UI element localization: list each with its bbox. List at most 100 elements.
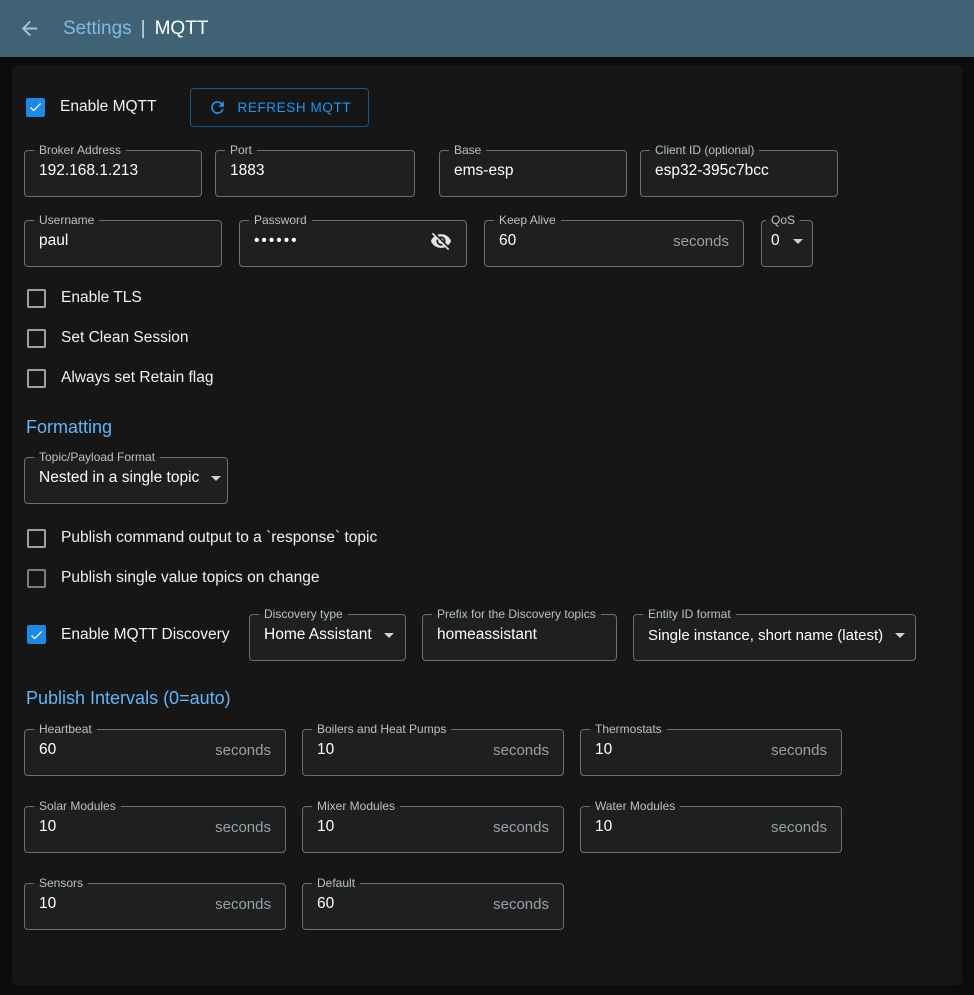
field-label: Discovery type — [259, 608, 348, 620]
field-value[interactable]: 10 — [595, 741, 612, 759]
field-suffix: seconds — [215, 742, 271, 759]
field-value[interactable]: 10 — [317, 741, 334, 759]
visibility-off-icon[interactable] — [430, 230, 452, 252]
base-field[interactable]: Base ems-esp — [439, 144, 627, 197]
credentials-fields-row: Username paul Password •••••• Keep Alive… — [24, 214, 950, 267]
topic-payload-format-select[interactable]: Topic/Payload Format Nested in a single … — [24, 451, 228, 504]
checkbox-checked-icon — [26, 98, 45, 117]
username-field[interactable]: Username paul — [24, 214, 222, 267]
field-value[interactable]: ems-esp — [454, 162, 513, 180]
interval-thermostats-field[interactable]: Thermostats 10 seconds — [580, 723, 842, 776]
dropdown-arrow-icon — [793, 239, 803, 244]
field-label: Entity ID format — [643, 608, 736, 620]
field-value[interactable]: paul — [39, 232, 68, 250]
field-label: Prefix for the Discovery topics — [432, 608, 601, 620]
field-label: Boilers and Heat Pumps — [312, 723, 451, 735]
field-value[interactable]: 10 — [595, 818, 612, 836]
field-suffix: seconds — [493, 896, 549, 913]
field-label: Password — [249, 214, 312, 226]
entity-id-format-select[interactable]: Entity ID format Single instance, short … — [633, 608, 916, 661]
header-divider: | — [141, 18, 146, 40]
field-value[interactable]: 10 — [39, 895, 56, 913]
field-value[interactable]: esp32-395c7bcc — [655, 162, 769, 180]
checkbox-unchecked-icon — [27, 289, 46, 308]
formatting-heading: Formatting — [26, 417, 950, 438]
checkbox-unchecked-icon — [27, 369, 46, 388]
password-value[interactable]: •••••• — [254, 232, 299, 250]
interval-boilers-field[interactable]: Boilers and Heat Pumps 10 seconds — [302, 723, 564, 776]
field-label: Heartbeat — [34, 723, 97, 735]
refresh-button-label: REFRESH MQTT — [237, 100, 351, 115]
port-field[interactable]: Port 1883 — [215, 144, 415, 197]
client-id-field[interactable]: Client ID (optional) esp32-395c7bcc — [640, 144, 838, 197]
refresh-mqtt-button[interactable]: REFRESH MQTT — [190, 88, 369, 127]
dropdown-arrow-icon — [211, 476, 221, 481]
checkbox-unchecked-icon — [27, 329, 46, 348]
checkbox-label: Publish command output to a `response` t… — [61, 529, 377, 547]
discovery-type-select[interactable]: Discovery type Home Assistant — [249, 608, 406, 661]
checkbox-enable-mqtt[interactable]: Enable MQTT — [26, 95, 156, 119]
field-value[interactable]: homeassistant — [437, 626, 537, 644]
password-field[interactable]: Password •••••• — [239, 214, 467, 267]
field-suffix: seconds — [771, 819, 827, 836]
broker-address-field[interactable]: Broker Address 192.168.1.213 — [24, 144, 202, 197]
field-label: Topic/Payload Format — [34, 451, 160, 463]
publish-intervals-heading: Publish Intervals (0=auto) — [26, 688, 950, 709]
field-suffix: seconds — [493, 742, 549, 759]
field-label: Solar Modules — [34, 800, 121, 812]
interval-heartbeat-field[interactable]: Heartbeat 60 seconds — [24, 723, 286, 776]
app-header: Settings | MQTT — [0, 0, 974, 57]
checkbox-publish-response[interactable]: Publish command output to a `response` t… — [27, 526, 950, 550]
enable-mqtt-row: Enable MQTT REFRESH MQTT — [26, 87, 950, 127]
connection-fields-row: Broker Address 192.168.1.213 Port 1883 B… — [24, 144, 950, 197]
mqtt-settings-panel: Enable MQTT REFRESH MQTT Broker Address … — [12, 65, 962, 985]
refresh-icon — [208, 98, 227, 117]
discovery-row: Enable MQTT Discovery Discovery type Hom… — [24, 608, 950, 661]
field-label: Client ID (optional) — [650, 144, 759, 156]
checkbox-enable-tls[interactable]: Enable TLS — [27, 286, 950, 310]
checkbox-label: Publish single value topics on change — [61, 569, 320, 587]
field-suffix: seconds — [493, 819, 549, 836]
field-label: Username — [34, 214, 99, 226]
field-label: Default — [312, 877, 360, 889]
header-settings-title: Settings — [63, 18, 132, 40]
field-value[interactable]: 192.168.1.213 — [39, 162, 138, 180]
field-label: Thermostats — [590, 723, 667, 735]
field-label: Base — [449, 144, 486, 156]
topic-format-row: Topic/Payload Format Nested in a single … — [24, 451, 950, 504]
checkbox-label: Enable MQTT — [60, 98, 156, 116]
interval-solar-field[interactable]: Solar Modules 10 seconds — [24, 800, 286, 853]
interval-sensors-field[interactable]: Sensors 10seconds — [24, 877, 286, 930]
field-suffix: seconds — [215, 819, 271, 836]
back-arrow-icon[interactable] — [18, 17, 41, 40]
field-value[interactable]: 10 — [39, 818, 56, 836]
interval-mixer-field[interactable]: Mixer Modules 10 seconds — [302, 800, 564, 853]
dropdown-arrow-icon — [384, 633, 394, 638]
checkbox-unchecked-icon — [27, 569, 46, 588]
field-suffix: seconds — [771, 742, 827, 759]
interval-default-field[interactable]: Default 60 seconds — [302, 877, 564, 930]
field-value[interactable]: 10 — [317, 818, 334, 836]
select-value: Nested in a single topic — [39, 469, 199, 487]
field-label: Keep Alive — [494, 214, 561, 226]
field-value[interactable]: 60 — [499, 232, 516, 250]
qos-select[interactable]: QoS 0 — [761, 214, 813, 267]
discovery-prefix-field[interactable]: Prefix for the Discovery topics homeassi… — [422, 608, 617, 661]
checkbox-retain-flag[interactable]: Always set Retain flag — [27, 366, 950, 390]
checkbox-enable-discovery[interactable]: Enable MQTT Discovery — [27, 623, 233, 647]
field-label: Mixer Modules — [312, 800, 400, 812]
checkbox-clean-session[interactable]: Set Clean Session — [27, 326, 950, 350]
keep-alive-field[interactable]: Keep Alive 60 seconds — [484, 214, 744, 267]
field-value[interactable]: 1883 — [230, 162, 264, 180]
interval-water-field[interactable]: Water Modules 10seconds — [580, 800, 842, 853]
field-label: Sensors — [34, 877, 88, 889]
tls-session-retain-group: Enable TLS Set Clean Session Always set … — [24, 286, 950, 390]
select-value: Home Assistant — [264, 626, 372, 644]
checkbox-label: Always set Retain flag — [61, 369, 214, 387]
field-value[interactable]: 60 — [317, 895, 334, 913]
field-value[interactable]: 60 — [39, 741, 56, 759]
field-label: QoS — [766, 214, 800, 226]
dropdown-arrow-icon — [895, 633, 905, 638]
field-label: Port — [225, 144, 257, 156]
checkbox-publish-single-value[interactable]: Publish single value topics on change — [27, 566, 950, 590]
